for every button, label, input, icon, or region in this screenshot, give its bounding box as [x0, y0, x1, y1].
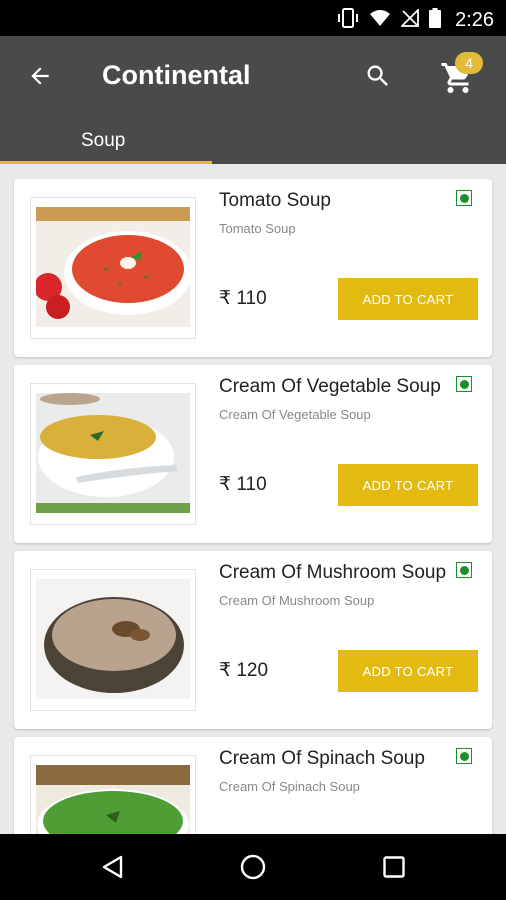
nav-home-button[interactable]: [237, 851, 269, 883]
product-image: [30, 755, 196, 834]
wifi-icon: [369, 9, 391, 32]
item-name: Tomato Soup: [219, 190, 331, 211]
back-button[interactable]: [22, 58, 58, 94]
product-card[interactable]: Cream Of Spinach Soup Cream Of Spinach S…: [14, 737, 492, 834]
product-card[interactable]: Tomato Soup Tomato Soup ₹ 110 ADD TO CAR…: [14, 179, 492, 357]
veg-indicator-icon: [456, 562, 472, 578]
tab-label: Soup: [81, 130, 126, 151]
cart-count-badge: 4: [455, 52, 483, 74]
square-recents-icon: [383, 856, 405, 878]
arrow-back-icon: [31, 67, 49, 85]
vibrate-icon: [337, 8, 359, 33]
item-name: Cream Of Vegetable Soup: [219, 376, 441, 397]
item-description: Tomato Soup: [219, 221, 296, 236]
item-description: Cream Of Spinach Soup: [219, 779, 360, 794]
add-to-cart-button[interactable]: ADD TO CART: [338, 464, 478, 506]
item-name: Cream Of Mushroom Soup: [219, 562, 447, 583]
add-to-cart-button[interactable]: ADD TO CART: [338, 650, 478, 692]
vegetable-soup-image: [36, 393, 190, 513]
product-list[interactable]: Tomato Soup Tomato Soup ₹ 110 ADD TO CAR…: [0, 164, 506, 834]
nav-recents-button[interactable]: [378, 851, 410, 883]
battery-icon: [429, 8, 442, 33]
tab-soup[interactable]: Soup: [0, 122, 212, 164]
status-bar: 2:26: [0, 0, 506, 36]
nav-back-button[interactable]: [97, 851, 129, 883]
item-price: ₹ 120: [219, 660, 269, 681]
add-to-cart-button[interactable]: ADD TO CART: [338, 278, 478, 320]
product-image: [30, 383, 196, 525]
product-image: [30, 569, 196, 711]
clock: 2:26: [455, 9, 494, 31]
search-icon: [367, 65, 388, 86]
triangle-back-icon: [102, 855, 123, 879]
search-button[interactable]: [360, 58, 396, 94]
app-bar: Continental 4 Soup: [0, 36, 506, 164]
item-description: Cream Of Vegetable Soup: [219, 407, 371, 422]
system-nav-bar: [0, 834, 506, 900]
veg-indicator-icon: [456, 190, 472, 206]
veg-indicator-icon: [456, 376, 472, 392]
circle-home-icon: [240, 854, 266, 880]
item-description: Cream Of Mushroom Soup: [219, 593, 375, 608]
item-price: ₹ 110: [219, 474, 267, 495]
product-image: [30, 197, 196, 339]
item-name: Cream Of Spinach Soup: [219, 748, 425, 769]
item-price: ₹ 110: [219, 288, 267, 309]
spinach-soup-image: [36, 765, 190, 834]
page-title: Continental: [102, 60, 251, 90]
veg-indicator-icon: [456, 748, 472, 764]
mushroom-soup-image: [36, 579, 190, 699]
product-card[interactable]: Cream Of Mushroom Soup Cream Of Mushroom…: [14, 551, 492, 729]
no-signal-icon: [399, 7, 419, 32]
tomato-soup-image: [36, 207, 190, 327]
product-card[interactable]: Cream Of Vegetable Soup Cream Of Vegetab…: [14, 365, 492, 543]
